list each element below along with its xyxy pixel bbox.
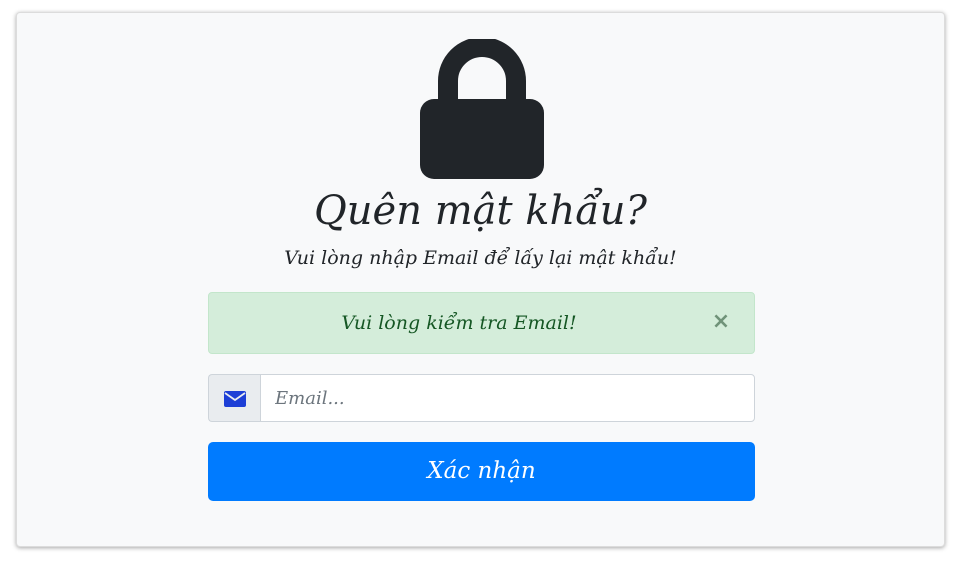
alert-message: Vui lòng kiểm tra Email!: [341, 312, 577, 334]
success-alert: Vui lòng kiểm tra Email! ×: [208, 292, 755, 354]
email-field[interactable]: [260, 374, 755, 422]
forgot-password-card: Quên mật khẩu? Vui lòng nhập Email để lấ…: [16, 12, 945, 547]
submit-button[interactable]: Xác nhận: [208, 442, 755, 501]
lock-icon: [420, 39, 544, 179]
close-icon[interactable]: ×: [706, 307, 736, 337]
email-input-group: [208, 374, 755, 422]
email-addon: [208, 374, 261, 422]
envelope-icon: [224, 391, 246, 407]
page-title: Quên mật khẩu?: [314, 188, 647, 234]
page-subtitle: Vui lòng nhập Email để lấy lại mật khẩu!: [284, 247, 677, 269]
